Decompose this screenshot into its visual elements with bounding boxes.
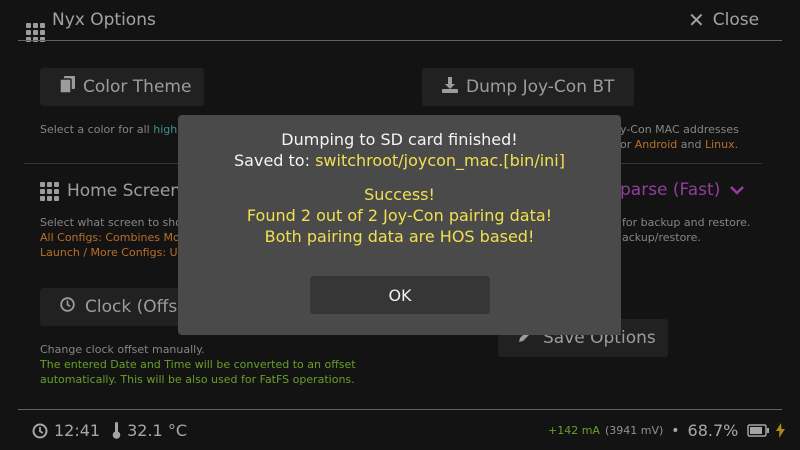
dialog-found: Found 2 out of 2 Joy-Con pairing data! [246,206,553,225]
ok-button[interactable]: OK [310,276,490,314]
ok-label: OK [388,285,412,305]
dialog-saved-path: switchroot/joycon_mac.[bin/ini] [315,151,565,170]
dialog-line-finished: Dumping to SD card finished! [281,130,518,149]
dialog-both: Both pairing data are HOS based! [264,227,535,246]
dialog-line-saved: Saved to: switchroot/joycon_mac.[bin/ini… [234,151,565,170]
dialog-success: Success! [364,185,435,204]
dump-result-dialog: Dumping to SD card finished! Saved to: s… [178,115,621,335]
dialog-message: Dumping to SD card finished! Saved to: s… [178,129,621,247]
